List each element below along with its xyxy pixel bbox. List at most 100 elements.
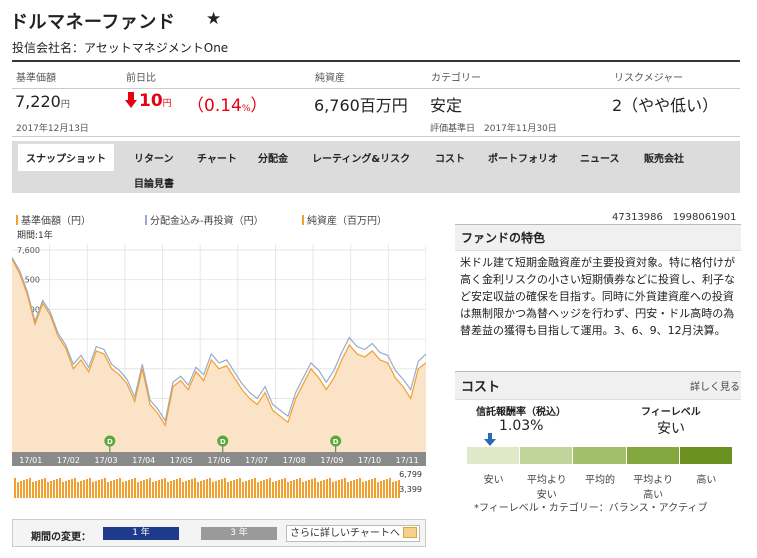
x-tick-label: 17/11	[396, 456, 419, 465]
assets-bar	[152, 482, 154, 498]
assets-bar	[74, 478, 76, 498]
assets-bar	[215, 481, 217, 498]
x-tick-label: 17/02	[57, 456, 80, 465]
fee-scale-segment	[679, 447, 732, 464]
tab-portfolio[interactable]: ポートフォリオ	[488, 150, 558, 165]
assets-bar	[20, 481, 22, 498]
assets-bar	[281, 479, 283, 498]
risk-label: リスクメジャー	[614, 73, 684, 84]
fee-scale-segment	[626, 447, 679, 464]
assets-bar	[149, 478, 151, 498]
tab-return[interactable]: リターン	[134, 150, 174, 165]
assets-bar	[155, 481, 157, 498]
tab-news[interactable]: ニュース	[580, 150, 620, 165]
period-3year-button[interactable]: 3 年	[201, 527, 277, 540]
fee-scale-segment	[467, 447, 520, 464]
assets-bar	[185, 481, 187, 498]
assets-bar	[341, 479, 343, 498]
assets-bar	[317, 482, 319, 498]
dividend-marker-label: D	[107, 438, 113, 446]
y-tick-label: 7,600	[17, 246, 40, 255]
assets-bar	[14, 478, 16, 498]
assets-bar	[95, 481, 97, 498]
assets-bar	[17, 482, 19, 498]
assets-bar	[305, 481, 307, 498]
assets-bar	[200, 481, 202, 498]
cost-more-link[interactable]: 詳しく見る	[690, 378, 740, 393]
assets-bar	[44, 478, 46, 498]
assets-bar	[197, 482, 199, 498]
assets-bar	[62, 482, 64, 498]
assets-bar	[86, 479, 88, 498]
summary-bottom-divider	[12, 136, 740, 137]
assets-bar	[116, 479, 118, 498]
cost-note: *フィーレベル・カテゴリー：バランス・アクティブ	[474, 503, 708, 514]
more-chart-link[interactable]: さらに詳しいチャートへ	[286, 525, 420, 542]
assets-bar	[302, 482, 304, 498]
fee-scale-segment	[520, 447, 573, 464]
category-value: 安定	[430, 96, 463, 115]
x-tick-label: 17/10	[358, 456, 381, 465]
assets-bar	[128, 480, 130, 498]
tab-chart[interactable]: チャート	[197, 150, 237, 165]
assets-bar	[353, 480, 355, 498]
assets-bar	[161, 479, 163, 498]
assets-bar	[395, 481, 397, 498]
feature-heading: ファンドの特色	[455, 224, 741, 251]
assets-bar	[101, 479, 103, 498]
assets-bar	[386, 479, 388, 498]
tab-snapshot[interactable]: スナップショット	[18, 144, 114, 171]
period-1year-button[interactable]: 1 年	[103, 527, 179, 540]
legend-reinvest: 分配金込み-再投資（円）	[145, 212, 264, 227]
fee-scale-label: 平均的	[584, 475, 615, 486]
tab-bar: スナップショット リターン チャート 分配金 レーティング&リスク コスト ポー…	[12, 141, 740, 193]
assets-bar	[104, 478, 106, 498]
assets-bar	[239, 478, 241, 498]
tab-cost[interactable]: コスト	[435, 150, 465, 165]
assets-bar	[119, 478, 121, 498]
assets-bar	[191, 479, 193, 498]
legend-assets: 純資産（百万円）	[302, 212, 387, 227]
assets-bar	[65, 481, 67, 498]
x-tick-label: 17/01	[19, 456, 42, 465]
summary-divider	[12, 88, 740, 89]
assets-bar	[53, 480, 55, 498]
fee-scale-label: 高い	[696, 475, 717, 486]
nav-value: 7,220円	[15, 92, 70, 111]
assets-bar	[137, 482, 139, 498]
category-label: カテゴリー	[431, 73, 481, 84]
dividend-marker-label: D	[333, 438, 339, 446]
assets-bar	[320, 481, 322, 498]
assets-bar	[245, 481, 247, 498]
assets-bar	[338, 480, 340, 498]
assets-bar	[296, 479, 298, 498]
price-chart: 7,6007,5007,4007,3007,2007,1007,000 期間:1…	[12, 226, 426, 502]
favorite-star-icon[interactable]: ★	[206, 9, 221, 29]
assets-bar	[56, 479, 58, 498]
assets-bar	[359, 478, 361, 498]
assets-bar	[272, 482, 274, 498]
tab-distributors[interactable]: 販売会社	[644, 150, 684, 165]
tab-prospectus[interactable]: 目論見書	[134, 175, 174, 190]
assets-bar	[314, 478, 316, 498]
assets-bar	[146, 479, 148, 498]
fund-title: ドルマネーファンド	[10, 12, 176, 33]
assets-bar	[362, 482, 364, 498]
assets-bar	[344, 478, 346, 498]
assets-bar	[179, 478, 181, 498]
assets-bar	[371, 479, 373, 498]
assets-bar	[26, 479, 28, 498]
tab-rating-risk[interactable]: レーティング&リスク	[312, 150, 410, 165]
assets-bar	[188, 480, 190, 498]
assets-bar	[365, 481, 367, 498]
fee-marker-arrow-icon	[484, 432, 496, 446]
assets-bar	[392, 482, 394, 498]
fee-scale-segment	[573, 447, 626, 464]
assets-bar	[71, 479, 73, 498]
chart-x-axis: 17/01 17/02 17/03 17/04 17/05 17/06 17/07 17/08…	[19, 456, 418, 465]
assets-bar	[311, 479, 313, 498]
assets-bar	[248, 480, 250, 498]
company-name: 投信会社名：アセットマネジメントOne	[12, 41, 229, 55]
change-value: 10円	[125, 91, 172, 111]
tab-dividend[interactable]: 分配金	[258, 150, 288, 165]
